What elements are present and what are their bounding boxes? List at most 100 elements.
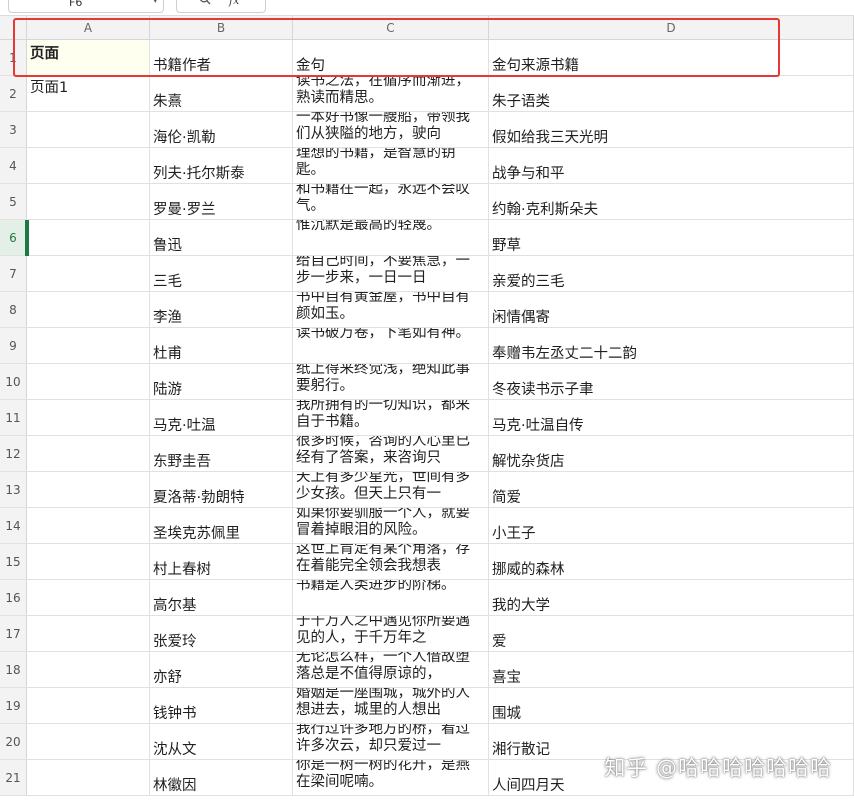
- cell-a8[interactable]: [27, 292, 150, 328]
- cell-c1[interactable]: 金句: [293, 40, 489, 76]
- cell-a4[interactable]: [27, 148, 150, 184]
- cell-a13[interactable]: [27, 472, 150, 508]
- cell-d7[interactable]: 亲爱的三毛: [489, 256, 854, 292]
- column-header-a[interactable]: A: [27, 16, 150, 40]
- spreadsheet-grid[interactable]: A B C D 1 页面 书籍作者 金句 金句来源书籍 2 页面1 朱熹 读书之法，在循序而渐进，熟读而…: [0, 16, 854, 800]
- cell-b18[interactable]: 亦舒: [150, 652, 293, 688]
- column-header-d[interactable]: D: [489, 16, 854, 40]
- row-header-4[interactable]: 4: [0, 148, 27, 184]
- cell-b8[interactable]: 李渔: [150, 292, 293, 328]
- cell-a12[interactable]: [27, 436, 150, 472]
- cell-c2[interactable]: 读书之法，在循序而渐进，熟读而精思。: [293, 76, 489, 112]
- row-header-11[interactable]: 11: [0, 400, 27, 436]
- row-header-9[interactable]: 9: [0, 328, 27, 364]
- name-box[interactable]: F6 ▾: [8, 0, 164, 13]
- row-header-1[interactable]: 1: [0, 40, 27, 76]
- cell-c7[interactable]: 给自己时间，不要焦急，一步一步来，一日一日: [293, 256, 489, 292]
- cell-d5[interactable]: 约翰·克利斯朵夫: [489, 184, 854, 220]
- cell-a1[interactable]: 页面: [27, 40, 150, 76]
- cell-c21[interactable]: 你是一树一树的花开，是燕在梁间呢喃。: [293, 760, 489, 796]
- row-header-10[interactable]: 10: [0, 364, 27, 400]
- row-header-6[interactable]: 6: [0, 220, 27, 256]
- cell-d13[interactable]: 简爱: [489, 472, 854, 508]
- cell-c10[interactable]: 纸上得来终觉浅，绝知此事要躬行。: [293, 364, 489, 400]
- row-header-17[interactable]: 17: [0, 616, 27, 652]
- cell-b14[interactable]: 圣埃克苏佩里: [150, 508, 293, 544]
- cell-b16[interactable]: 高尔基: [150, 580, 293, 616]
- chevron-down-icon[interactable]: ▾: [153, 0, 158, 6]
- cell-b9[interactable]: 杜甫: [150, 328, 293, 364]
- row-header-2[interactable]: 2: [0, 76, 27, 112]
- cell-c3[interactable]: 一本好书像一艘船，带领我们从狭隘的地方，驶向: [293, 112, 489, 148]
- cell-d10[interactable]: 冬夜读书示子聿: [489, 364, 854, 400]
- cell-a18[interactable]: [27, 652, 150, 688]
- cell-d1[interactable]: 金句来源书籍: [489, 40, 854, 76]
- cell-b19[interactable]: 钱钟书: [150, 688, 293, 724]
- cell-d16[interactable]: 我的大学: [489, 580, 854, 616]
- cell-a2[interactable]: 页面1: [27, 76, 150, 112]
- row-header-18[interactable]: 18: [0, 652, 27, 688]
- cell-d11[interactable]: 马克·吐温自传: [489, 400, 854, 436]
- cell-b13[interactable]: 夏洛蒂·勃朗特: [150, 472, 293, 508]
- cell-c5[interactable]: 和书籍在一起，永远不会叹气。: [293, 184, 489, 220]
- column-header-b[interactable]: B: [150, 16, 293, 40]
- cell-a15[interactable]: [27, 544, 150, 580]
- cell-a14[interactable]: [27, 508, 150, 544]
- cell-c13[interactable]: 天上有多少星光，世间有多少女孩。但天上只有一: [293, 472, 489, 508]
- row-header-16[interactable]: 16: [0, 580, 27, 616]
- row-header-3[interactable]: 3: [0, 112, 27, 148]
- cell-c8[interactable]: 书中自有黄金屋，书中自有颜如玉。: [293, 292, 489, 328]
- cell-a7[interactable]: [27, 256, 150, 292]
- cell-b11[interactable]: 马克·吐温: [150, 400, 293, 436]
- cell-c4[interactable]: 理想的书籍，是智慧的钥匙。: [293, 148, 489, 184]
- cell-a6[interactable]: [27, 220, 150, 256]
- cell-d17[interactable]: 爱: [489, 616, 854, 652]
- cell-a19[interactable]: [27, 688, 150, 724]
- cell-c9[interactable]: 读书破万卷，下笔如有神。: [293, 328, 489, 364]
- cell-a17[interactable]: [27, 616, 150, 652]
- cell-d3[interactable]: 假如给我三天光明: [489, 112, 854, 148]
- row-header-15[interactable]: 15: [0, 544, 27, 580]
- cell-b17[interactable]: 张爱玲: [150, 616, 293, 652]
- cell-d8[interactable]: 闲情偶寄: [489, 292, 854, 328]
- cell-b15[interactable]: 村上春树: [150, 544, 293, 580]
- cell-c11[interactable]: 我所拥有的一切知识，都来自于书籍。: [293, 400, 489, 436]
- zoom-icon[interactable]: [199, 0, 211, 5]
- cell-c12[interactable]: 很多时候，咨询的人心里已经有了答案，来咨询只: [293, 436, 489, 472]
- cell-b5[interactable]: 罗曼·罗兰: [150, 184, 293, 220]
- cell-a11[interactable]: [27, 400, 150, 436]
- cell-c17[interactable]: 于千万人之中遇见你所要遇见的人，于千万年之: [293, 616, 489, 652]
- cell-c20[interactable]: 我行过许多地方的桥，看过许多次云，却只爱过一: [293, 724, 489, 760]
- row-header-13[interactable]: 13: [0, 472, 27, 508]
- cell-b1[interactable]: 书籍作者: [150, 40, 293, 76]
- cell-a5[interactable]: [27, 184, 150, 220]
- cell-b12[interactable]: 东野圭吾: [150, 436, 293, 472]
- cell-d14[interactable]: 小王子: [489, 508, 854, 544]
- cell-b3[interactable]: 海伦·凯勒: [150, 112, 293, 148]
- row-header-14[interactable]: 14: [0, 508, 27, 544]
- cell-b20[interactable]: 沈从文: [150, 724, 293, 760]
- row-header-8[interactable]: 8: [0, 292, 27, 328]
- cell-b7[interactable]: 三毛: [150, 256, 293, 292]
- cell-b4[interactable]: 列夫·托尔斯泰: [150, 148, 293, 184]
- cell-c15[interactable]: 这世上肯定有某个角落，存在着能完全领会我想表: [293, 544, 489, 580]
- cell-a20[interactable]: [27, 724, 150, 760]
- cell-a10[interactable]: [27, 364, 150, 400]
- row-header-5[interactable]: 5: [0, 184, 27, 220]
- cell-c19[interactable]: 婚姻是一座围城，城外的人想进去，城里的人想出: [293, 688, 489, 724]
- cell-b6[interactable]: 鲁迅: [150, 220, 293, 256]
- cell-a9[interactable]: [27, 328, 150, 364]
- cell-d18[interactable]: 喜宝: [489, 652, 854, 688]
- fx-icon[interactable]: fx: [229, 0, 239, 7]
- cell-c16[interactable]: 书籍是人类进步的阶梯。: [293, 580, 489, 616]
- cell-b2[interactable]: 朱熹: [150, 76, 293, 112]
- cell-c18[interactable]: 无论怎么样，一个人借故堕落总是不值得原谅的，: [293, 652, 489, 688]
- cell-c14[interactable]: 如果你要驯服一个人，就要冒着掉眼泪的风险。: [293, 508, 489, 544]
- cell-d2[interactable]: 朱子语类: [489, 76, 854, 112]
- row-header-21[interactable]: 21: [0, 760, 27, 796]
- row-header-12[interactable]: 12: [0, 436, 27, 472]
- column-header-c[interactable]: C: [293, 16, 489, 40]
- cell-d12[interactable]: 解忧杂货店: [489, 436, 854, 472]
- select-all-corner[interactable]: [0, 16, 27, 40]
- row-header-19[interactable]: 19: [0, 688, 27, 724]
